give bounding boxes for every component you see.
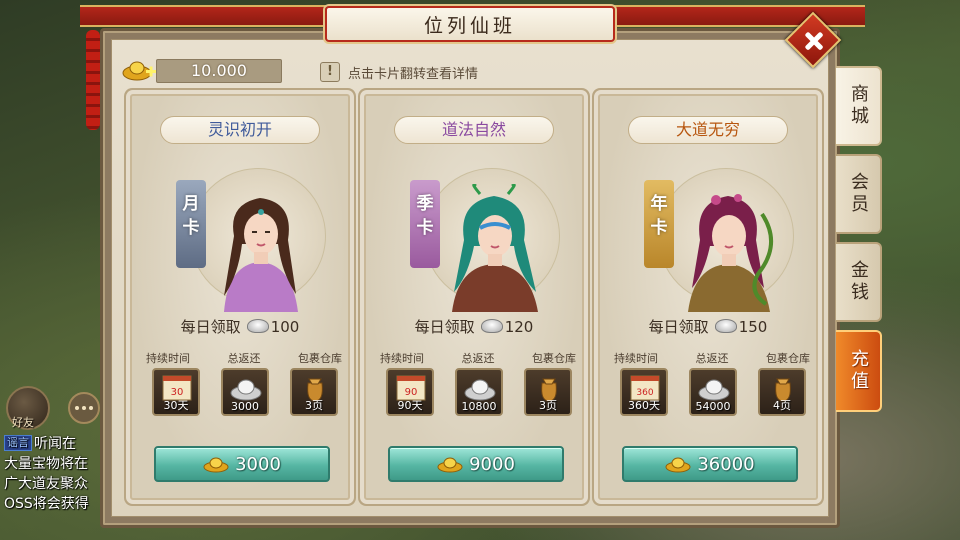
title-plate: 位列仙班 (325, 6, 615, 42)
card-year[interactable]: 大道无穷 年卡 每日领取 150 持续时间 总返还 包裹仓库 360 360天 540… (598, 94, 818, 500)
card-season[interactable]: 道法自然 季卡 每日领取 120 持续时间 总返还 包裹仓库 90 90天 10800… (364, 94, 584, 500)
season-card-banner: 季卡 (410, 180, 440, 268)
exclamation-icon: ! (320, 62, 340, 82)
chat-line: OSS将会获得 (4, 496, 89, 512)
gold-ingot-icon (665, 457, 691, 473)
chat-log[interactable]: 谣言 听闻在 大量宝物将在 广大道友聚众 OSS将会获得 (4, 434, 112, 514)
gold-ingot-icon (437, 457, 463, 473)
chat-bubble-icon[interactable] (68, 392, 100, 424)
buy-season-card-button[interactable]: 9000 (388, 446, 564, 482)
tab-vip[interactable]: 会员 (836, 154, 882, 234)
stat-labels: 持续时间 总返还 包裹仓库 (614, 352, 810, 365)
duration-slot[interactable]: 360 360天 (620, 368, 668, 416)
tab-shop-label: 商城 (848, 84, 869, 128)
gold-ingot-icon (203, 457, 229, 473)
duration-slot[interactable]: 30 30天 (152, 368, 200, 416)
tab-vip-label: 会员 (848, 172, 869, 216)
silver-ingot-icon (698, 379, 730, 401)
storage-slot[interactable]: 3页 (290, 368, 338, 416)
tab-shop[interactable]: 商城 (836, 66, 882, 146)
daily-reward: 每日领取 120 (414, 318, 534, 336)
silver-ingot-icon (714, 319, 737, 333)
stat-icons: 90 90天 10800 3页 (386, 368, 572, 416)
duration-slot[interactable]: 90 90天 (386, 368, 434, 416)
tab-recharge-label: 充值 (848, 349, 869, 393)
gold-amount: 10.000 (156, 59, 282, 83)
character-portrait (452, 184, 538, 312)
storage-slot[interactable]: 3页 (524, 368, 572, 416)
chat-line: 大量宝物将在 (4, 456, 88, 472)
stat-labels: 持续时间 总返还 包裹仓库 (146, 352, 342, 365)
tab-money[interactable]: 金钱 (836, 242, 882, 322)
stat-labels: 持续时间 总返还 包裹仓库 (380, 352, 576, 365)
chat-line: 谣言 听闻在 (4, 434, 112, 454)
stat-icons: 360 360天 54000 4页 (620, 368, 806, 416)
chat-line: 广大道友聚众 (4, 476, 88, 492)
window-title: 位列仙班 (423, 14, 516, 37)
silver-ingot-icon (464, 379, 496, 401)
tab-money-label: 金钱 (848, 260, 869, 304)
card-title: 道法自然 (394, 116, 554, 144)
character-portrait (224, 198, 298, 312)
stat-icons: 30 30天 3000 3页 (152, 368, 338, 416)
silver-ingot-icon (230, 379, 262, 401)
gold-ingot-icon (122, 61, 156, 81)
card-month[interactable]: 灵识初开 月卡 每日领取 100 持续时间 总返还 包裹仓库 30 30天 3000 … (130, 94, 350, 500)
tab-recharge[interactable]: 充值 (836, 330, 882, 412)
year-card-banner: 年卡 (644, 180, 674, 268)
card-title: 大道无穷 (628, 116, 788, 144)
total-return-slot[interactable]: 3000 (221, 368, 269, 416)
total-return-slot[interactable]: 54000 (689, 368, 737, 416)
card-title: 灵识初开 (160, 116, 320, 144)
month-card-banner: 月卡 (176, 180, 206, 268)
rumor-tag: 谣言 (4, 435, 32, 451)
daily-reward: 每日领取 100 (180, 318, 300, 336)
friend-label: 好友 (12, 416, 34, 429)
buy-month-card-button[interactable]: 3000 (154, 446, 330, 482)
silver-ingot-icon (246, 319, 269, 333)
daily-reward: 每日领取 150 (648, 318, 768, 336)
total-return-slot[interactable]: 10800 (455, 368, 503, 416)
flip-hint-text: 点击卡片翻转查看详情 (348, 67, 479, 82)
character-portrait (688, 194, 774, 312)
silver-ingot-icon (480, 319, 503, 333)
red-lantern-decoration (86, 30, 100, 130)
storage-slot[interactable]: 4页 (758, 368, 806, 416)
buy-year-card-button[interactable]: 36000 (622, 446, 798, 482)
